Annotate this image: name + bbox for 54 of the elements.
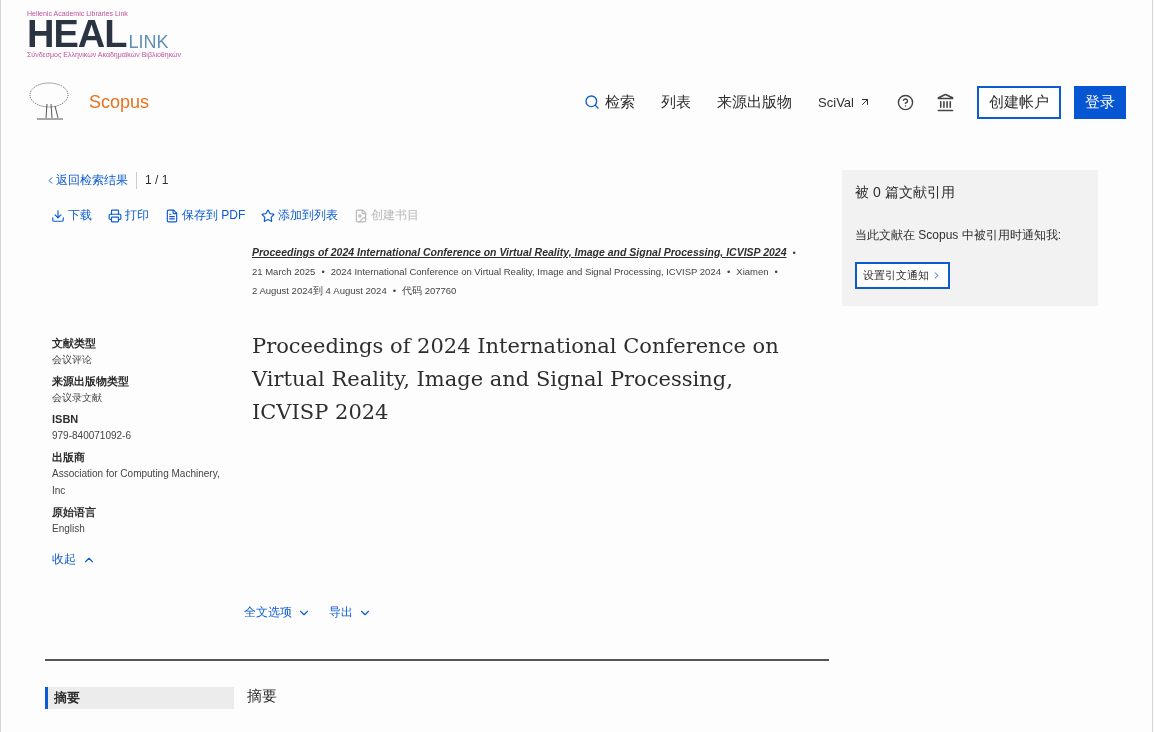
source-detail: Xiamen [736, 265, 769, 279]
metadata-value: Association for Computing Machinery, Inc [52, 467, 221, 498]
nav-link[interactable]: 来源出版物 [717, 92, 793, 112]
section-heading: 摘要 [247, 687, 278, 706]
result-position: 1 / 1 [145, 173, 169, 187]
dropdown-link[interactable]: 全文选项 [244, 604, 311, 621]
external-link-icon [859, 96, 871, 108]
metadata-label: 出版商 [52, 450, 85, 465]
citation-alert-button[interactable]: 设置引文通知 [855, 262, 950, 289]
tool-icon [261, 208, 276, 223]
toolbar-link[interactable]: 保存到 PDF [165, 207, 246, 224]
toolbar-link[interactable]: 下载 [51, 207, 92, 224]
source-detail: 2024 International Conference on Virtual Reality, Image and Signal Processing, ICVISP 2024 [330, 265, 721, 279]
section-tab[interactable]: 摘要 [45, 687, 234, 709]
sign-in-button[interactable]: 登录 [1074, 85, 1126, 119]
separator: • [774, 265, 778, 279]
tool-icon [108, 208, 122, 223]
citations-note: 当此文献在 Scopus 中被引用时通知我: [855, 227, 1062, 244]
logo-suffix: LINK [128, 33, 169, 51]
metadata-label: 来源出版物类型 [52, 374, 129, 389]
institution-icon[interactable] [936, 92, 955, 112]
metadata-label: 原始语言 [52, 505, 96, 520]
metadata-value: 979-840071092-6 [52, 429, 131, 443]
dropdown-link[interactable]: 导出 [329, 604, 372, 621]
separator: • [727, 265, 731, 279]
metadata-value: 会议录文献 [52, 391, 102, 405]
source-title-link[interactable]: Proceedings of 2024 International Conference on Virtual Reality, Image and Signal Processing, ICVISP 2024 [252, 243, 787, 262]
metadata-value: 会议评论 [52, 353, 92, 367]
nav-link[interactable]: SciVal [818, 94, 871, 110]
separator: • [392, 284, 396, 298]
metadata-label: 文献类型 [52, 336, 96, 351]
nav-link[interactable]: 列表 [661, 92, 692, 112]
metadata-label: ISBN [52, 412, 79, 427]
tool-icon [354, 208, 369, 223]
separator: • [792, 246, 796, 260]
document-title: Proceedings of 2024 International Conference on Virtual Reality, Image and Signal Processing, ICVISP 2024 [252, 333, 780, 426]
toolbar-link[interactable]: 添加到列表 [261, 207, 339, 224]
source-detail: 代码 207760 [402, 284, 457, 298]
tree-logo-drawing [27, 82, 71, 122]
help-icon[interactable] [897, 93, 914, 111]
collapse-link[interactable]: 收起 [52, 551, 96, 568]
search-icon [584, 94, 601, 110]
tool-icon [165, 208, 179, 223]
separator: • [321, 265, 325, 279]
nav-link[interactable]: 检索 [584, 92, 636, 112]
metadata-value: English [52, 522, 85, 536]
tool-icon [51, 208, 65, 223]
logo-wordmark: HEAL [27, 17, 127, 51]
citations-title: 被 0 篇文献引用 [855, 184, 955, 202]
toolbar-link[interactable]: 打印 [108, 207, 149, 224]
source-detail: 2 August 2024到 4 August 2024 [252, 284, 387, 298]
source-detail: 21 March 2025 [252, 265, 316, 279]
back-link[interactable]: 返回检索结果 [45, 171, 137, 189]
create-account-button[interactable]: 创建帐户 [977, 85, 1061, 119]
